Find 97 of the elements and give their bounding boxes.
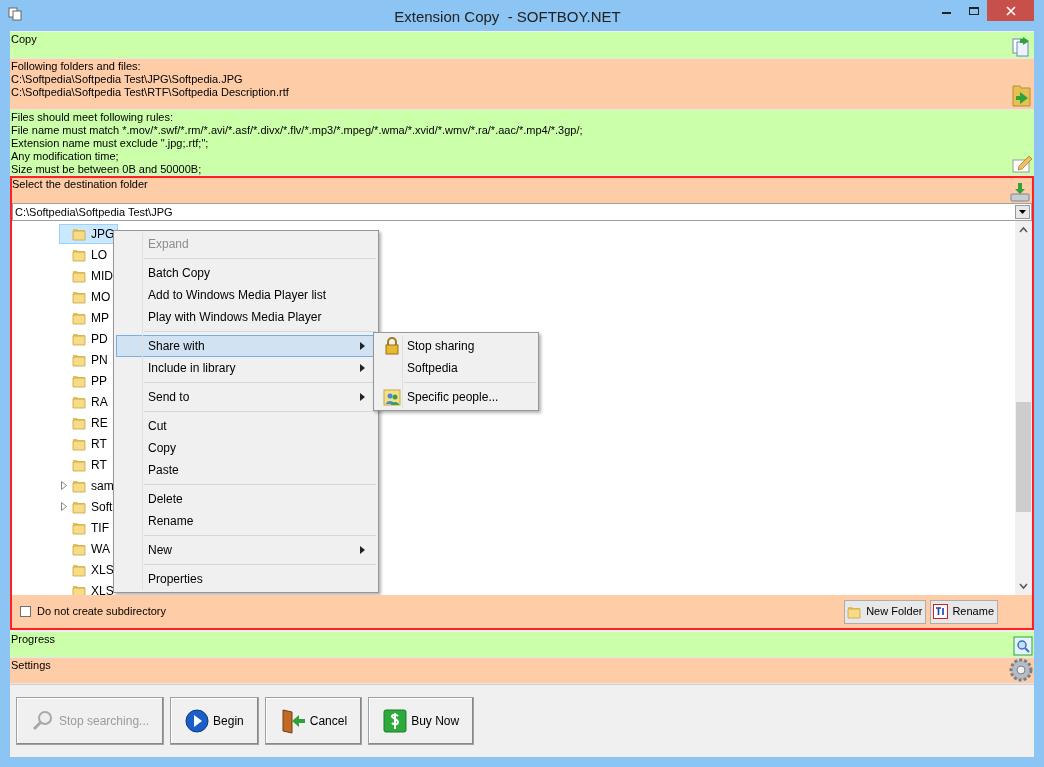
folder-icon — [72, 352, 87, 367]
folder-icon — [72, 583, 87, 595]
menu-item[interactable]: Stop sharing — [376, 335, 536, 357]
tree-item[interactable]: RT — [59, 454, 111, 475]
folder-icon — [72, 562, 87, 577]
menu-item[interactable]: Properties — [116, 568, 376, 590]
menu-item[interactable]: New — [116, 539, 376, 561]
menu-item[interactable]: Copy — [116, 437, 376, 459]
section-title: Files should meet following rules: — [11, 111, 175, 124]
gear-icon[interactable] — [1009, 658, 1033, 682]
door-arrow-icon — [279, 708, 306, 734]
tree-item[interactable]: MO — [59, 286, 115, 307]
tree-item[interactable]: PD — [59, 328, 112, 349]
window-title: Extension Copy - SOFTBOY.NET — [393, 7, 622, 27]
tree-item[interactable]: RA — [59, 391, 112, 412]
folder-icon — [72, 331, 87, 346]
tree-item[interactable]: LO — [59, 244, 111, 265]
tree-item[interactable]: XLS — [59, 559, 118, 580]
lock-icon — [383, 337, 400, 355]
tree-item[interactable]: MP — [59, 307, 113, 328]
submenu-arrow-icon — [360, 393, 365, 401]
tree-item[interactable]: RE — [59, 412, 112, 433]
magnifier-page-icon[interactable] — [1013, 636, 1033, 656]
notepad-pencil-icon[interactable] — [1011, 154, 1033, 174]
menu-item[interactable]: Rename — [116, 510, 376, 532]
tree-item[interactable]: JPG — [59, 223, 119, 244]
folder-icon — [72, 415, 87, 430]
folder-icon — [72, 478, 87, 493]
section-line: Any modification time; — [11, 150, 120, 163]
folder-icon — [72, 226, 87, 241]
menu-item[interactable]: Play with Windows Media Player — [116, 306, 376, 328]
folder-icon — [72, 310, 87, 325]
tree-item[interactable]: MID — [59, 265, 117, 286]
path-combobox[interactable]: C:\Softpedia\Softpedia Test\JPG — [12, 203, 1032, 221]
section-title: Progress — [11, 633, 57, 646]
tree-item[interactable]: XLS — [59, 580, 118, 595]
menu-item[interactable]: Delete — [116, 488, 376, 510]
folder-icon — [72, 457, 87, 472]
tree-item[interactable]: TIF — [59, 517, 113, 538]
section-line: Size must be between 0B and 50000B; — [11, 163, 203, 176]
tree-item[interactable]: PN — [59, 349, 112, 370]
menu-item[interactable]: Share with — [116, 335, 376, 357]
menu-item[interactable]: Specific people... — [376, 386, 536, 408]
checkbox-label: Do not create subdirectory — [37, 604, 167, 620]
folder-icon — [72, 520, 87, 535]
dropdown-button[interactable] — [1015, 205, 1030, 219]
folder-arrow-icon[interactable] — [1011, 82, 1033, 108]
panel-button[interactable]: Rename — [930, 599, 998, 624]
section-title: Following folders and files: — [11, 60, 142, 73]
people-icon — [382, 388, 401, 406]
submenu-arrow-icon — [360, 342, 365, 350]
folder-icon — [72, 394, 87, 409]
tree-item[interactable]: PP — [59, 370, 111, 391]
tree-item[interactable]: sam — [59, 475, 118, 496]
folder-icon — [72, 541, 87, 556]
menu-item[interactable]: Cut — [116, 415, 376, 437]
expand-arrow-icon[interactable] — [61, 481, 67, 490]
scrollbar-thumb[interactable] — [1016, 402, 1031, 512]
section-title: Settings — [11, 659, 52, 672]
expand-arrow-icon[interactable] — [61, 502, 67, 511]
play-icon — [185, 709, 210, 733]
section-line: C:\Softpedia\Softpedia Test\RTF\Softpedia Description.rtf — [11, 86, 290, 99]
menu-item[interactable]: Batch Copy — [116, 262, 376, 284]
action-button[interactable]: Buy Now — [368, 697, 475, 745]
panel-button[interactable]: New Folder — [844, 599, 927, 624]
folder-icon — [847, 604, 863, 619]
folder-icon — [72, 247, 87, 262]
action-button[interactable]: Cancel — [264, 697, 363, 745]
menu-item[interactable]: Add to Windows Media Player list — [116, 284, 376, 306]
section-line: Extension name must exclude ".jpg;.rtf;"; — [11, 137, 210, 150]
section-line: File name must match *.mov/*.swf/*.rm/*.avi/*.asf/*.divx/*.flv/*.mp3/*.mpeg/*.wma/*.xvid/*.wmv/*.ra/*.aac/*.mp4/*.3gp/; — [11, 124, 584, 137]
scrollbar[interactable] — [1015, 221, 1032, 595]
tree-item[interactable]: Soft — [59, 496, 117, 517]
section-line: C:\Softpedia\Softpedia Test\JPG\Softpedia.JPG — [11, 73, 244, 86]
rename-icon — [933, 604, 949, 619]
folder-icon — [72, 268, 87, 283]
folder-icon — [72, 373, 87, 388]
menu-item[interactable]: Include in library — [116, 357, 376, 379]
magnifier-icon — [31, 709, 55, 733]
checkbox[interactable] — [20, 606, 31, 617]
app-icon[interactable] — [8, 7, 22, 21]
menu-item[interactable]: Softpedia — [376, 357, 536, 379]
section-title: Copy — [11, 33, 38, 46]
folder-icon — [72, 289, 87, 304]
action-button[interactable]: Begin — [170, 697, 259, 745]
folder-icon — [72, 499, 87, 514]
dollar-icon — [383, 709, 408, 733]
submenu-arrow-icon — [360, 364, 365, 372]
section-title: Select the destination folder — [12, 178, 149, 192]
close-icon — [1005, 5, 1016, 16]
menu-item[interactable]: Send to — [116, 386, 376, 408]
tree-item[interactable]: WA — [59, 538, 114, 559]
tree-item[interactable]: RT — [59, 433, 111, 454]
submenu-arrow-icon — [360, 546, 365, 554]
folder-icon — [72, 436, 87, 451]
menu-item[interactable]: Paste — [116, 459, 376, 481]
caret-icon — [1019, 210, 1026, 214]
